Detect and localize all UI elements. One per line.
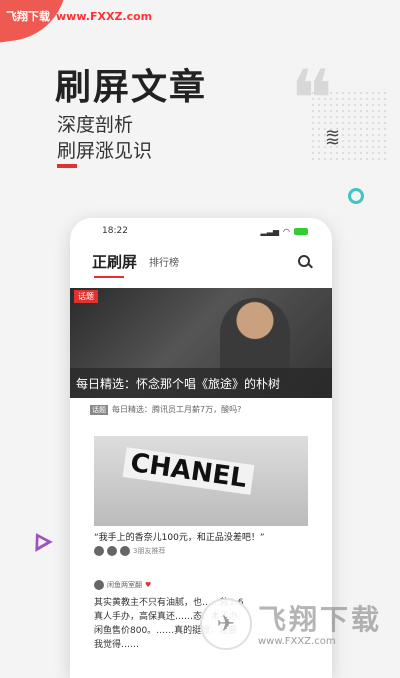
wifi-icon: ◠	[283, 226, 290, 236]
status-icons: ▂▃▅ ◠	[261, 227, 308, 236]
article-meta: 3朋友推荐	[94, 546, 165, 556]
news-tag: 话题	[90, 404, 108, 415]
wave-icon: ≈ ≈	[325, 123, 341, 152]
avatar	[107, 546, 117, 556]
avatar	[120, 546, 130, 556]
heart-icon: ♥	[145, 581, 152, 589]
signal-icon: ▂▃▅	[260, 226, 280, 236]
search-icon[interactable]	[298, 255, 310, 267]
recommend-count: 3朋友推荐	[133, 547, 166, 555]
watermark-title: 飞翔下载	[258, 603, 383, 636]
hero-subtitle-line1: 深度剖析	[57, 114, 134, 136]
news-item[interactable]: 话题 每日精选：腾讯员工月薪7万，酸吗?	[90, 404, 241, 415]
tab-ranking[interactable]: 排行榜	[149, 254, 179, 269]
triangle-decoration	[27, 528, 53, 552]
hero-title: 刷屏文章	[55, 67, 208, 108]
watermark-domain: www.FXXZ.com	[56, 10, 153, 23]
teal-circle-decoration	[348, 188, 364, 204]
news-text: 每日精选：腾讯员工月薪7万，酸吗?	[112, 405, 242, 414]
article-image-chanel[interactable]: CHANEL	[94, 436, 308, 526]
featured-article[interactable]: 话题 每日精选：怀念那个唱《旅途》的朴树	[70, 288, 332, 398]
top-watermark: 飞翔下载 www.FXXZ.com	[6, 8, 152, 24]
author-name: 闲鱼两室翻	[107, 581, 142, 589]
tab-trending[interactable]: 正刷屏	[92, 251, 137, 278]
featured-tag: 话题	[74, 290, 98, 303]
featured-caption: 每日精选：怀念那个唱《旅途》的朴树	[70, 368, 332, 398]
bottom-watermark: ✈ 飞翔下载 www.FXXZ.com	[200, 592, 400, 667]
article-author-row: 闲鱼两室翻 ♥	[94, 580, 151, 590]
dot-pattern	[310, 90, 390, 160]
status-time: 18:22	[102, 226, 128, 236]
status-bar: 18:22 ▂▃▅ ◠	[70, 218, 332, 244]
chanel-sign-text: CHANEL	[122, 447, 255, 495]
author-avatar	[94, 580, 104, 590]
hero-accent-line	[57, 164, 77, 168]
watermark-site: 飞翔下载	[6, 10, 50, 23]
hero-subtitle-line2: 刷屏涨见识	[57, 140, 153, 162]
watermark-url: www.FXXZ.com	[258, 636, 336, 647]
tab-bar: 正刷屏 排行榜	[70, 244, 332, 278]
watermark-logo-icon: ✈	[200, 598, 252, 650]
battery-icon	[294, 227, 308, 235]
hero-subtitle: 深度剖析 刷屏涨见识	[57, 112, 152, 164]
article-title[interactable]: “我手上的香奈儿100元，和正品没差吧！”	[94, 530, 265, 543]
avatar	[94, 546, 104, 556]
